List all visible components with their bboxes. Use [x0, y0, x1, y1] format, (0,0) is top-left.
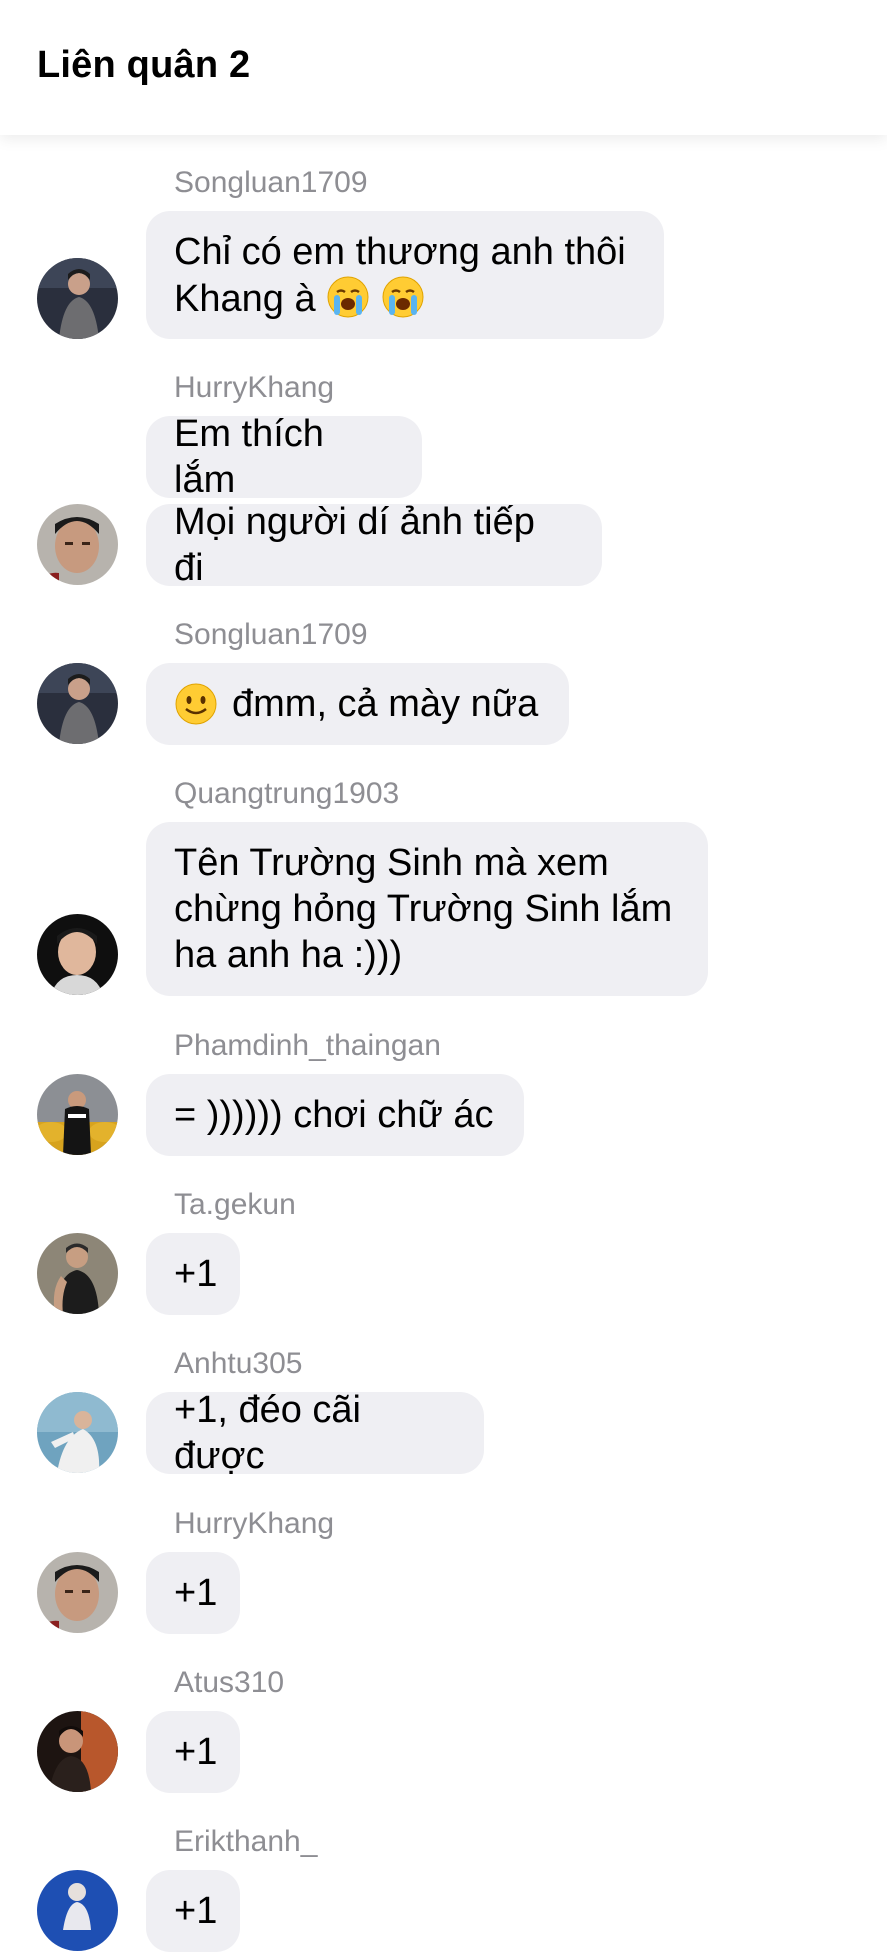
sender-name: Quangtrung1903: [174, 777, 400, 810]
avatar[interactable]: [37, 914, 118, 995]
sender-name: Phamdinh_thaingan: [174, 1029, 441, 1062]
avatar[interactable]: [37, 1870, 118, 1951]
chat-title: Liên quân 2: [37, 44, 251, 86]
chat-header: Liên quân 2: [0, 0, 887, 135]
message-bubble[interactable]: đmm, cả mày nữa: [146, 663, 569, 745]
loudly-crying-face-icon: [382, 276, 424, 317]
sender-name: Anhtu305: [174, 1347, 303, 1380]
sender-name: Ta.gekun: [174, 1188, 296, 1221]
avatar[interactable]: [37, 1552, 118, 1633]
sender-name: HurryKhang: [174, 371, 335, 404]
message-text: Tên Trường Sinh mà xem chừng hỏng Trường…: [174, 842, 673, 976]
message-bubble[interactable]: +1: [146, 1552, 240, 1634]
avatar[interactable]: [37, 1711, 118, 1792]
avatar[interactable]: [37, 1074, 118, 1155]
message-bubble[interactable]: Mọi người dí ảnh tiếp đi: [146, 501, 602, 589]
message-text-line: Chỉ có em thương anh thôi: [174, 230, 626, 273]
message-text: = )))))) chơi chữ ác: [174, 1094, 494, 1136]
sender-name: Atus310: [174, 1666, 285, 1699]
message-bubble[interactable]: Em thích lắm: [146, 413, 422, 501]
message-text: +1: [174, 1731, 218, 1773]
message-bubble[interactable]: Chỉ có em thương anh thôi Khang à: [146, 211, 664, 339]
sender-name: Songluan1709: [174, 618, 368, 651]
avatar[interactable]: [37, 1392, 118, 1473]
loudly-crying-face-icon: [327, 276, 369, 317]
message-bubble[interactable]: +1: [146, 1870, 240, 1952]
message-text: +1, đéo cãi được: [174, 1389, 361, 1477]
message-bubble[interactable]: = )))))) chơi chữ ác: [146, 1074, 524, 1156]
avatar[interactable]: [37, 504, 118, 585]
sender-name: Erikthanh_: [174, 1825, 318, 1858]
slightly-smiling-face-icon: [175, 683, 217, 725]
message-bubble[interactable]: +1, đéo cãi được: [146, 1389, 484, 1477]
message-text: Mọi người dí ảnh tiếp đi: [174, 501, 535, 589]
avatar[interactable]: [37, 258, 118, 339]
avatar[interactable]: [37, 1233, 118, 1314]
message-feed[interactable]: Songluan1709 Chỉ có em thương anh thôi K…: [0, 0, 887, 1952]
message-text: +1: [174, 1253, 218, 1295]
sender-name: Songluan1709: [174, 166, 368, 199]
avatar[interactable]: [37, 663, 118, 744]
message-text: +1: [174, 1890, 218, 1932]
message-text: +1: [174, 1572, 218, 1614]
message-text-line: Khang à: [174, 277, 316, 320]
message-bubble[interactable]: +1: [146, 1233, 240, 1315]
message-text: Em thích lắm: [174, 413, 324, 501]
sender-name: HurryKhang: [174, 1507, 335, 1540]
message-bubble[interactable]: +1: [146, 1711, 240, 1793]
message-bubble[interactable]: Tên Trường Sinh mà xem chừng hỏng Trường…: [146, 822, 708, 996]
message-text: đmm, cả mày nữa: [232, 683, 539, 725]
